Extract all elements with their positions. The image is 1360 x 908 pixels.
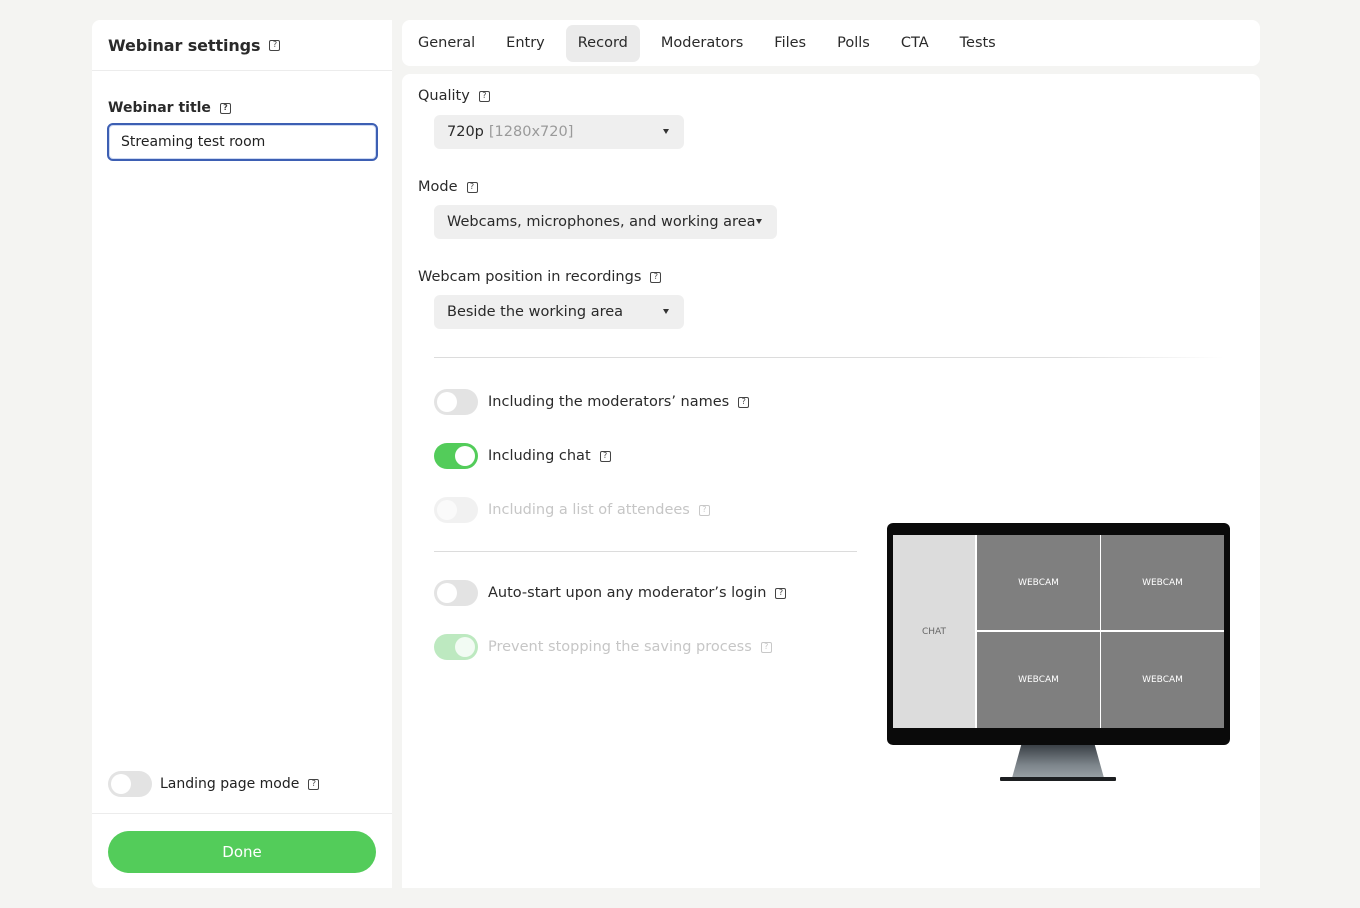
screen-layout: CHAT WEBCAM WEBCAM WEBCAM WEBCAM (893, 535, 1224, 728)
webcam-position-label-row: Webcam position in recordings ? (418, 269, 662, 285)
chat-toggle[interactable] (434, 443, 478, 469)
webcam-position-select[interactable]: Beside the working area (434, 295, 684, 329)
moderators-names-label: Including the moderators’ names (488, 394, 730, 410)
moderators-names-toggle[interactable] (434, 389, 478, 415)
attendees-list-toggle (434, 497, 478, 523)
quality-label-row: Quality ? (418, 88, 490, 104)
settings-title: Webinar settings (108, 35, 261, 55)
toggle-knob (455, 637, 475, 657)
monitor-base (1000, 777, 1116, 781)
tab-record[interactable]: Record (565, 24, 640, 62)
help-icon[interactable]: ? (599, 450, 611, 462)
toggle-knob (437, 500, 457, 520)
landing-page-mode-label: Landing page mode (160, 776, 300, 792)
attendees-list-label: Including a list of attendees (488, 502, 690, 518)
chat-label: Including chat (488, 448, 591, 464)
webcam-position-value: Beside the working area (447, 304, 624, 320)
preview-webcam: WEBCAM (977, 535, 1100, 630)
mode-label: Mode (418, 179, 458, 195)
help-icon[interactable]: ? (650, 271, 662, 283)
quality-value: 720p (447, 124, 484, 140)
caret-down-icon (663, 309, 669, 314)
help-icon: ? (698, 504, 710, 516)
webinar-title-label-row: Webinar title ? (108, 100, 231, 116)
section-divider (434, 551, 857, 552)
option-auto-start: Auto-start upon any moderator’s login ? (434, 580, 787, 606)
toggle-knob (455, 446, 475, 466)
option-moderators-names: Including the moderators’ names ? (434, 389, 750, 415)
settings-footer: Done (92, 813, 392, 888)
section-divider (434, 357, 1224, 358)
preview-webcam: WEBCAM (1101, 632, 1224, 728)
help-icon[interactable]: ? (269, 39, 281, 51)
option-chat: Including chat ? (434, 443, 611, 469)
tab-polls[interactable]: Polls (827, 25, 880, 62)
toggle-knob (111, 774, 131, 794)
preview-webcam: WEBCAM (977, 632, 1100, 728)
landing-page-mode-row: Landing page mode ? (108, 771, 320, 797)
auto-start-toggle[interactable] (434, 580, 478, 606)
mode-select[interactable]: Webcams, microphones, and working area (434, 205, 777, 239)
tab-tests[interactable]: Tests (950, 25, 1006, 62)
help-icon[interactable]: ? (308, 778, 320, 790)
quality-resolution: [1280x720] (488, 124, 574, 140)
help-icon[interactable]: ? (775, 587, 787, 599)
prevent-stopping-toggle (434, 634, 478, 660)
help-icon: ? (760, 641, 772, 653)
tab-entry[interactable]: Entry (496, 25, 555, 62)
tab-cta[interactable]: CTA (891, 25, 939, 62)
auto-start-label: Auto-start upon any moderator’s login (488, 585, 767, 601)
preview-chat-area: CHAT (893, 535, 975, 728)
help-icon[interactable]: ? (219, 102, 231, 114)
mode-value: Webcams, microphones, and working area (447, 214, 756, 230)
done-button[interactable]: Done (108, 831, 376, 873)
option-prevent-stopping: Prevent stopping the saving process ? (434, 634, 772, 660)
webcam-position-label: Webcam position in recordings (418, 269, 642, 285)
toggle-knob (437, 392, 457, 412)
option-attendees-list: Including a list of attendees ? (434, 497, 710, 523)
caret-down-icon (756, 219, 762, 224)
settings-panel: Webinar settings ? Webinar title ? Landi… (92, 20, 392, 888)
webinar-title-input[interactable] (107, 123, 378, 161)
quality-select[interactable]: 720p [1280x720] (434, 115, 684, 149)
landing-page-mode-toggle[interactable] (108, 771, 152, 797)
recording-layout-preview: CHAT WEBCAM WEBCAM WEBCAM WEBCAM (887, 523, 1230, 782)
toggle-knob (437, 583, 457, 603)
monitor-stand (1012, 745, 1104, 778)
settings-tabs: General Entry Record Moderators Files Po… (402, 20, 1260, 66)
webinar-title-label: Webinar title (108, 100, 211, 116)
help-icon[interactable]: ? (478, 90, 490, 102)
mode-label-row: Mode ? (418, 179, 478, 195)
help-icon[interactable]: ? (466, 181, 478, 193)
settings-header: Webinar settings ? (92, 20, 392, 71)
monitor-screen: CHAT WEBCAM WEBCAM WEBCAM WEBCAM (887, 523, 1230, 745)
record-settings-panel: Quality ? 720p [1280x720] Mode ? Webcams… (402, 74, 1260, 888)
quality-label: Quality (418, 88, 470, 104)
preview-webcam: WEBCAM (1101, 535, 1224, 630)
prevent-stopping-label: Prevent stopping the saving process (488, 639, 752, 655)
help-icon[interactable]: ? (738, 396, 750, 408)
tab-general[interactable]: General (408, 25, 485, 62)
tab-files[interactable]: Files (764, 25, 816, 62)
caret-down-icon (663, 129, 669, 134)
tab-moderators[interactable]: Moderators (651, 25, 753, 62)
